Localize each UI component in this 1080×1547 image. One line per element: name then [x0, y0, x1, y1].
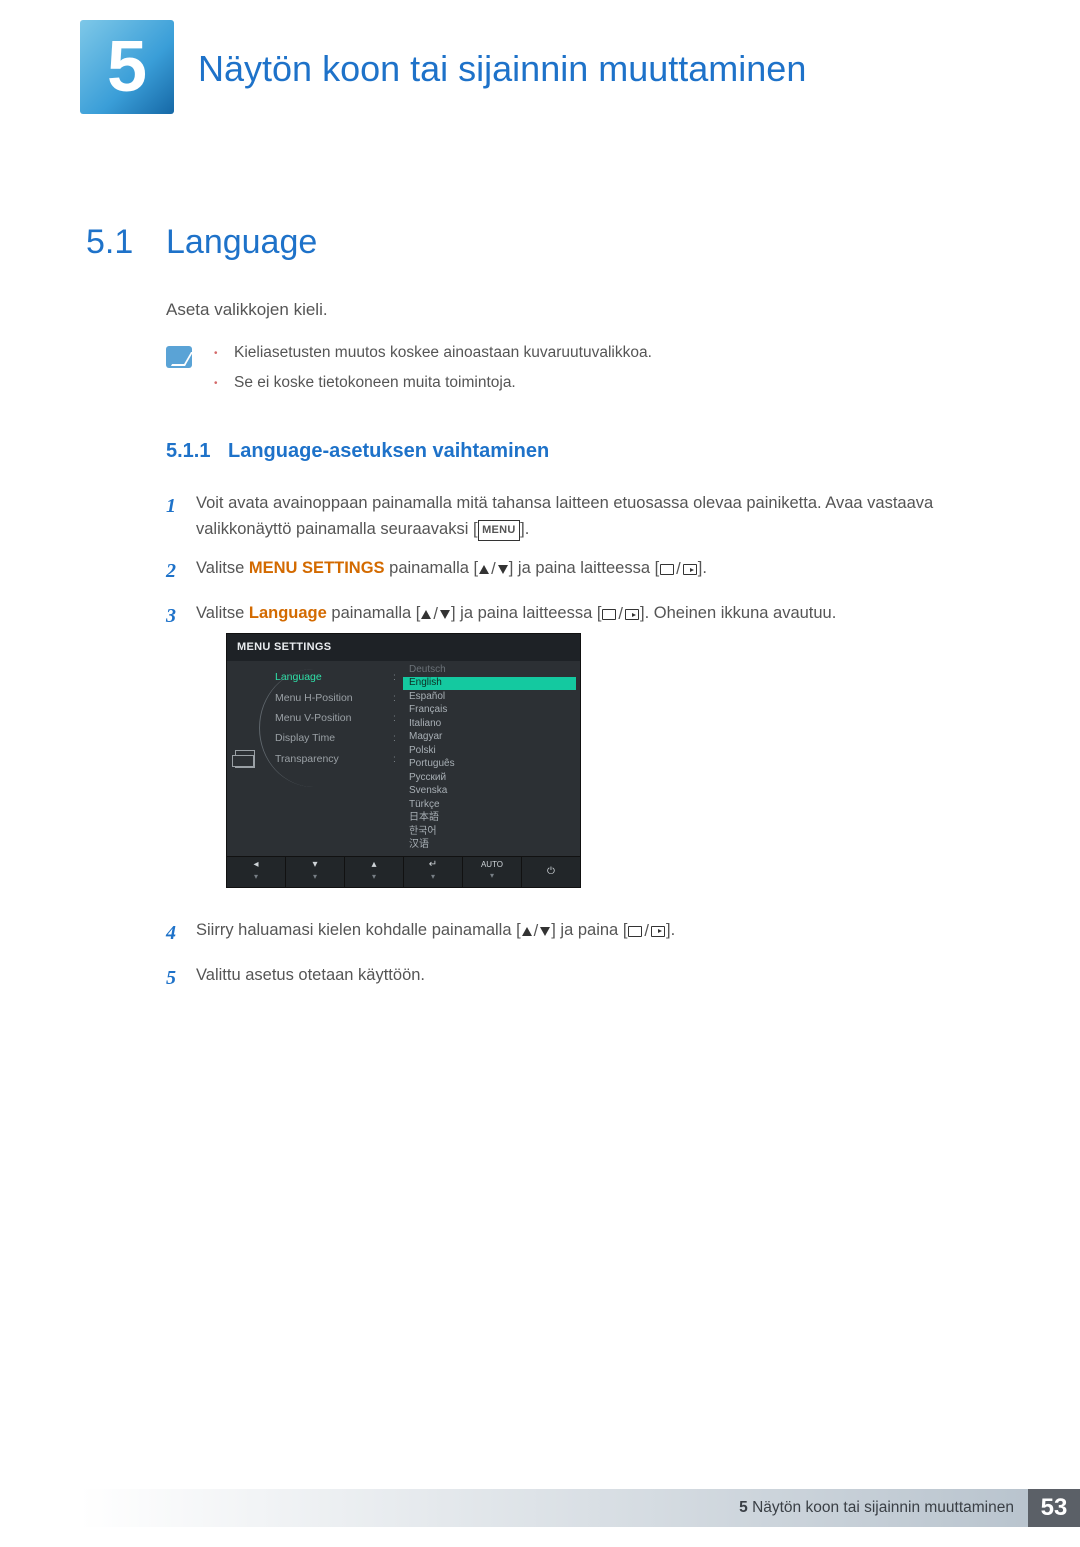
osd-category-icon: [235, 750, 255, 768]
chapter-badge: 5: [80, 20, 174, 114]
osd-language-item: Deutsch: [403, 663, 576, 677]
step-body: Valitse Language painamalla [/] ja paina…: [196, 601, 994, 904]
osd-menu-item: Display Time: [275, 728, 393, 748]
osd-language-item: Magyar: [403, 731, 576, 745]
page-number: 53: [1028, 1489, 1080, 1527]
osd-menu-item: Language: [275, 667, 393, 687]
section-number: 5.1: [86, 223, 166, 262]
step-number: 4: [166, 918, 196, 949]
osd-screenshot: MENU SETTINGS Language Menu H-Position M…: [226, 633, 581, 887]
chapter-number: 5: [107, 31, 147, 103]
chapter-title: Näytön koon tai sijainnin muuttaminen: [198, 48, 806, 90]
osd-language-item: Polski: [403, 744, 576, 758]
osd-language-item: Svenska: [403, 785, 576, 799]
steps-list: 1 Voit avata avainoppaan painamalla mitä…: [166, 491, 994, 994]
osd-nav-back-icon: ◂▾: [227, 857, 286, 886]
note-item: Se ei koske tietokoneen muita toimintoja…: [214, 374, 652, 392]
subsection-title: Language-asetuksen vaihtaminen: [228, 440, 549, 463]
osd-title: MENU SETTINGS: [227, 634, 580, 661]
footer-chapter-ref: 5 Näytön koon tai sijainnin muuttaminen: [739, 1499, 1014, 1517]
step-number: 2: [166, 556, 196, 587]
osd-language-item: Português: [403, 758, 576, 772]
language-keyword: Language: [249, 604, 327, 622]
step-number: 3: [166, 601, 196, 904]
page-footer: 5 Näytön koon tai sijainnin muuttaminen …: [80, 1489, 1080, 1527]
osd-nav-enter-icon: ↵▾: [404, 857, 463, 886]
section-intro: Aseta valikkojen kieli.: [166, 300, 994, 320]
step-row: 1 Voit avata avainoppaan painamalla mitä…: [166, 491, 994, 542]
step-number: 5: [166, 963, 196, 994]
osd-nav-auto: AUTO▾: [463, 857, 522, 886]
osd-language-item: 한국어: [403, 825, 576, 839]
osd-menu-item: Menu H-Position: [275, 688, 393, 708]
osd-colon-col: :::::: [393, 661, 403, 856]
note-icon: [166, 346, 192, 368]
up-down-icon: /: [479, 557, 508, 583]
osd-nav-down-icon: ▾▾: [286, 857, 345, 886]
osd-language-item: 日本語: [403, 812, 576, 826]
osd-language-item: Español: [403, 690, 576, 704]
note-list: Kieliasetusten muutos koskee ainoastaan …: [214, 344, 652, 404]
osd-nav-up-icon: ▴▾: [345, 857, 404, 886]
note-item: Kieliasetusten muutos koskee ainoastaan …: [214, 344, 652, 362]
source-enter-icon: /: [602, 602, 639, 628]
step-body: Voit avata avainoppaan painamalla mitä t…: [196, 491, 994, 542]
source-enter-icon: /: [628, 919, 665, 945]
osd-language-item: Italiano: [403, 717, 576, 731]
osd-language-item: Русский: [403, 771, 576, 785]
osd-language-list: Deutsch English Español Français Italian…: [403, 661, 580, 856]
subsection-number: 5.1.1: [166, 440, 228, 463]
osd-language-item: 汉语: [403, 839, 576, 853]
osd-category-pane: [227, 661, 263, 856]
osd-menu-item: Transparency: [275, 749, 393, 769]
step-body: Valittu asetus otetaan käyttöön.: [196, 963, 994, 994]
section-heading: 5.1 Language: [86, 223, 994, 262]
osd-language-item-selected: English: [403, 677, 576, 691]
step-row: 2 Valitse MENU SETTINGS painamalla [/] j…: [166, 556, 994, 587]
subsection-heading: 5.1.1 Language-asetuksen vaihtaminen: [166, 440, 994, 463]
step-row: 5 Valittu asetus otetaan käyttöön.: [166, 963, 994, 994]
step-row: 4 Siirry haluamasi kielen kohdalle paina…: [166, 918, 994, 949]
osd-language-item: Türkçe: [403, 798, 576, 812]
osd-nav-bar: ◂▾ ▾▾ ▴▾ ↵▾ AUTO▾ ⏻: [227, 856, 580, 886]
note-block: Kieliasetusten muutos koskee ainoastaan …: [166, 344, 994, 404]
osd-menu-list: Language Menu H-Position Menu V-Position…: [263, 661, 393, 856]
menu-settings-keyword: MENU SETTINGS: [249, 559, 385, 577]
step-body: Siirry haluamasi kielen kohdalle painama…: [196, 918, 994, 949]
osd-language-item: Français: [403, 704, 576, 718]
source-enter-icon: /: [660, 557, 697, 583]
menu-button-label: MENU: [478, 520, 521, 541]
step-number: 1: [166, 491, 196, 542]
section-title: Language: [166, 223, 317, 262]
page-header: 5 Näytön koon tai sijainnin muuttaminen: [0, 20, 1080, 115]
osd-nav-power-icon: ⏻: [522, 857, 580, 886]
step-row: 3 Valitse Language painamalla [/] ja pai…: [166, 601, 994, 904]
osd-menu-item: Menu V-Position: [275, 708, 393, 728]
up-down-icon: /: [522, 919, 551, 945]
step-body: Valitse MENU SETTINGS painamalla [/] ja …: [196, 556, 994, 587]
up-down-icon: /: [421, 602, 450, 628]
